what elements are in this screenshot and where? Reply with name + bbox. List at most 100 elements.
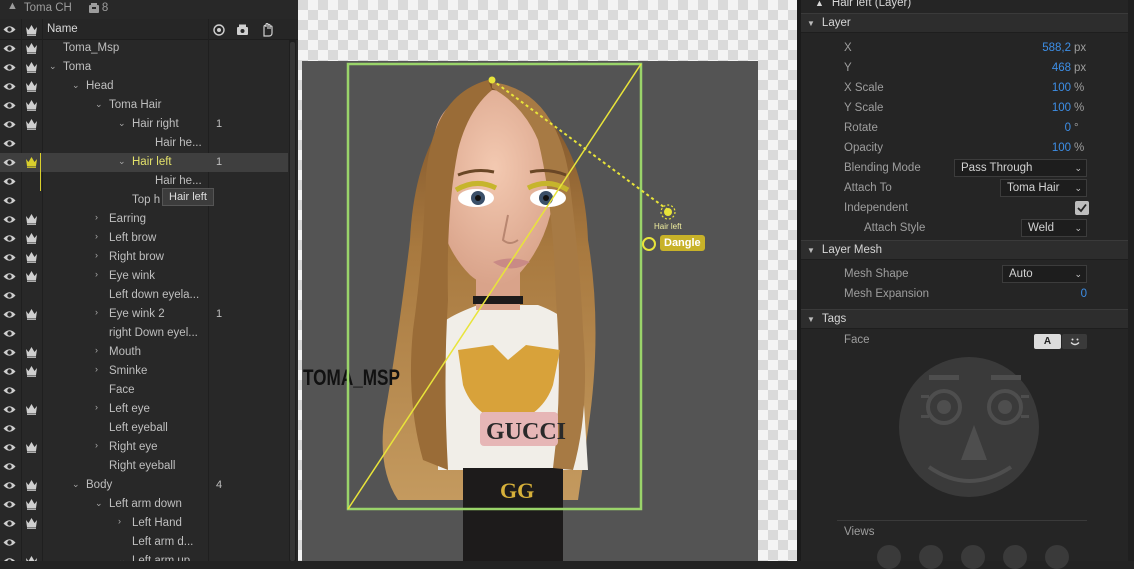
- eye-icon[interactable]: [3, 499, 16, 510]
- crown-icon[interactable]: [25, 24, 38, 36]
- crown-icon[interactable]: [25, 42, 38, 54]
- layer-row[interactable]: Hair he...: [0, 134, 288, 153]
- chevron-right-icon[interactable]: ›: [95, 231, 98, 241]
- chevron-right-icon[interactable]: ›: [95, 364, 98, 374]
- eye-icon[interactable]: [3, 195, 16, 206]
- eye-icon[interactable]: [3, 100, 16, 111]
- chevron-down-icon[interactable]: ⌄: [72, 479, 80, 490]
- layer-row[interactable]: ⌄ Hair right 1: [0, 115, 288, 134]
- chevron-down-icon[interactable]: ⌄: [118, 156, 126, 167]
- view-face-icon[interactable]: [919, 545, 943, 569]
- hand-icon[interactable]: [261, 23, 273, 37]
- crown-icon[interactable]: [25, 61, 38, 73]
- crown-icon[interactable]: [25, 251, 38, 263]
- eye-icon[interactable]: [3, 271, 16, 282]
- layer-row[interactable]: Left down eyela...: [0, 286, 288, 305]
- layer-row[interactable]: Left eyeball: [0, 419, 288, 438]
- layer-row[interactable]: ⌄ Hair left 1: [0, 153, 288, 191]
- crown-icon[interactable]: [25, 346, 38, 358]
- chevron-down-icon[interactable]: ⌄: [118, 118, 126, 129]
- chevron-down-icon[interactable]: ⌄: [95, 498, 103, 509]
- crown-icon[interactable]: [25, 308, 38, 320]
- property-value[interactable]: 100: [1031, 102, 1071, 114]
- crown-icon[interactable]: [25, 213, 38, 225]
- property-value[interactable]: 100: [1031, 82, 1071, 94]
- chevron-down-icon[interactable]: ⌄: [49, 61, 57, 72]
- chevron-down-icon[interactable]: ⌄: [72, 80, 80, 91]
- layer-row[interactable]: ⌄ Left arm down: [0, 495, 288, 514]
- layer-row[interactable]: › Left eye: [0, 400, 288, 419]
- eye-icon[interactable]: [3, 214, 16, 225]
- chevron-down-icon[interactable]: ⌄: [118, 555, 126, 561]
- eye-icon[interactable]: [3, 366, 16, 377]
- eye-icon[interactable]: [3, 290, 16, 301]
- eye-icon[interactable]: [3, 404, 16, 415]
- attach-to-select[interactable]: Toma Hair ⌄: [1000, 179, 1087, 197]
- crown-icon[interactable]: [25, 479, 38, 491]
- crown-icon[interactable]: [25, 403, 38, 415]
- crown-icon[interactable]: [25, 232, 38, 244]
- eye-icon[interactable]: [3, 385, 16, 396]
- layer-row[interactable]: Toma_Msp: [0, 39, 288, 58]
- layer-row[interactable]: right Down eyel...: [0, 324, 288, 343]
- eye-icon[interactable]: [3, 556, 16, 561]
- crown-icon[interactable]: [25, 270, 38, 282]
- layer-section-header[interactable]: ▼ Layer: [801, 13, 1134, 33]
- scene-canvas[interactable]: GG GUCCI TOMA_MSP Hair left Dangle: [298, 0, 797, 561]
- layer-row[interactable]: › Right brow: [0, 248, 288, 267]
- crown-icon[interactable]: [25, 156, 38, 168]
- layer-row[interactable]: Right eyeball: [0, 457, 288, 476]
- chevron-right-icon[interactable]: ›: [95, 269, 98, 279]
- crown-icon[interactable]: [25, 118, 38, 130]
- properties-scrollbar[interactable]: [1128, 0, 1134, 561]
- dangle-tag[interactable]: Dangle: [660, 235, 705, 251]
- layer-row[interactable]: › Eye wink 2 1: [0, 305, 288, 324]
- chevron-right-icon[interactable]: ›: [95, 345, 98, 355]
- chevron-right-icon[interactable]: ›: [95, 440, 98, 450]
- eye-icon[interactable]: [3, 81, 16, 92]
- layer-row[interactable]: › Left brow: [0, 229, 288, 248]
- property-value[interactable]: 0: [1031, 122, 1071, 134]
- face-tab-smile[interactable]: [1062, 334, 1087, 349]
- face-tag-diagram[interactable]: [899, 355, 1039, 500]
- eye-icon[interactable]: [3, 423, 16, 434]
- layer-row[interactable]: › Left Hand: [0, 514, 288, 533]
- property-value[interactable]: 588,2: [1031, 42, 1071, 54]
- tags-section-header[interactable]: ▼ Tags: [801, 309, 1134, 329]
- chevron-right-icon[interactable]: ›: [95, 307, 98, 317]
- mesh-section-header[interactable]: ▼ Layer Mesh: [801, 240, 1134, 260]
- eye-icon[interactable]: [3, 480, 16, 491]
- crown-icon[interactable]: [25, 80, 38, 92]
- layer-row[interactable]: › Eye wink: [0, 267, 288, 286]
- crown-icon[interactable]: [25, 517, 38, 529]
- eye-icon[interactable]: [3, 518, 16, 529]
- eye-icon[interactable]: [3, 119, 16, 130]
- face-tab-a[interactable]: A: [1034, 334, 1061, 349]
- eye-icon[interactable]: [3, 138, 16, 149]
- view-face-icon[interactable]: [877, 545, 901, 569]
- layer-row[interactable]: ⌄ Body 4: [0, 476, 288, 495]
- eye-icon[interactable]: [3, 328, 16, 339]
- layer-row[interactable]: ⌄ Toma Hair: [0, 96, 288, 115]
- layer-row[interactable]: › Right eye: [0, 438, 288, 457]
- eye-icon[interactable]: [3, 157, 16, 168]
- layers-scrollbar-thumb[interactable]: [290, 42, 295, 561]
- attach-style-select[interactable]: Weld ⌄: [1021, 219, 1087, 237]
- crown-icon[interactable]: [25, 99, 38, 111]
- crown-icon[interactable]: [25, 441, 38, 453]
- chevron-right-icon[interactable]: ›: [95, 402, 98, 412]
- eye-icon[interactable]: [3, 309, 16, 320]
- crown-icon[interactable]: [25, 498, 38, 510]
- eye-icon[interactable]: [3, 461, 16, 472]
- layer-row[interactable]: › Mouth: [0, 343, 288, 362]
- layer-row[interactable]: ⌄ Toma: [0, 58, 288, 77]
- chevron-right-icon[interactable]: ›: [118, 516, 121, 526]
- eye-icon[interactable]: [3, 537, 16, 548]
- target-icon[interactable]: [213, 24, 225, 36]
- layer-row[interactable]: Left arm d...: [0, 533, 288, 552]
- mesh-shape-select[interactable]: Auto ⌄: [1002, 265, 1087, 283]
- view-face-icon[interactable]: [961, 545, 985, 569]
- layer-row[interactable]: › Earring: [0, 210, 288, 229]
- independent-checkbox[interactable]: [1075, 201, 1089, 215]
- layer-row[interactable]: Hair he...: [0, 172, 288, 191]
